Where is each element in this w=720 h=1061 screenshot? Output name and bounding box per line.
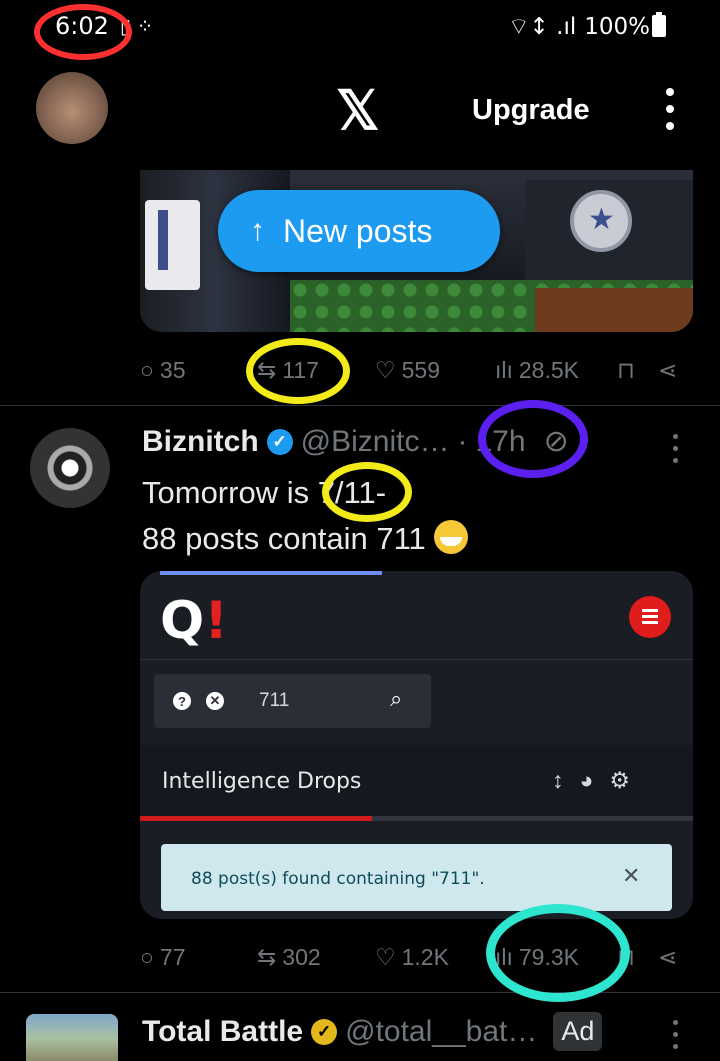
annotation-circle-teal bbox=[486, 904, 630, 1002]
embed-divider bbox=[140, 659, 693, 660]
annotation-circle-purple bbox=[478, 400, 588, 478]
reply-button[interactable]: ○ 77 bbox=[140, 944, 186, 971]
post-media-screenshot[interactable]: Q! ? ✕ 711 ⌕ Intelligence Drops ↕ ◕ ⚙ 88… bbox=[140, 571, 693, 919]
embed-progress bbox=[140, 816, 693, 821]
signal-icon: ⌔↕ .ıl bbox=[507, 14, 577, 40]
post-divider bbox=[0, 405, 720, 406]
more-menu-icon[interactable] bbox=[660, 88, 680, 136]
reply-count: 77 bbox=[159, 943, 186, 970]
annotation-circle-yellow bbox=[246, 338, 350, 404]
bookmark-button[interactable]: ⊓ bbox=[617, 357, 635, 384]
share-icon: ⋖ bbox=[658, 356, 678, 383]
palette-icon: ◕ bbox=[579, 767, 594, 793]
post-divider bbox=[0, 992, 720, 993]
reply-icon: ○ bbox=[140, 943, 154, 970]
annotation-circle-red bbox=[34, 4, 132, 60]
hamburger-menu-icon bbox=[629, 596, 671, 638]
embed-result-alert: 88 post(s) found containing "711". ✕ bbox=[161, 844, 672, 911]
battery-percent: 100% bbox=[584, 13, 650, 40]
sort-icon: ↕ bbox=[552, 767, 564, 793]
share-button[interactable]: ⋖ bbox=[658, 944, 677, 971]
embed-section-label: Intelligence Drops bbox=[162, 769, 362, 794]
author-name[interactable]: Biznitch bbox=[142, 425, 259, 459]
battery-icon bbox=[652, 12, 666, 37]
verified-gold-icon: ✓ bbox=[311, 1018, 338, 1045]
author-handle[interactable]: @total__bat… bbox=[345, 1015, 537, 1049]
embed-section-bar: Intelligence Drops ↕ ◕ ⚙ bbox=[140, 745, 693, 821]
author-name[interactable]: Total Battle bbox=[142, 1015, 303, 1049]
embed-result-message: 88 post(s) found containing "711". bbox=[191, 869, 485, 889]
ad-badge: Ad bbox=[553, 1012, 603, 1051]
reply-button[interactable]: ○ 35 bbox=[140, 357, 186, 384]
settings-icon: ⚙ bbox=[609, 767, 631, 793]
author-handle[interactable]: @Biznitc… bbox=[301, 425, 450, 459]
repost-count: 302 bbox=[282, 943, 321, 970]
new-posts-button[interactable]: ↑ New posts bbox=[218, 190, 500, 272]
ad-avatar[interactable] bbox=[26, 1014, 118, 1061]
embed-search-value: 711 bbox=[259, 690, 290, 711]
verified-icon: ✓ bbox=[266, 428, 293, 455]
help-icon: ? bbox=[173, 692, 191, 710]
reply-icon: ○ bbox=[140, 356, 154, 383]
status-right: ⌔↕ .ıl 100% bbox=[508, 12, 668, 41]
like-button[interactable]: ♡ 559 bbox=[375, 357, 440, 384]
heart-icon: ♡ bbox=[375, 356, 396, 383]
clear-icon: ✕ bbox=[206, 692, 224, 710]
image-podium-base bbox=[535, 288, 693, 332]
view-count: 28.5K bbox=[518, 356, 579, 383]
annotation-circle-yellow bbox=[322, 462, 412, 522]
arrow-up-icon: ↑ bbox=[250, 214, 265, 247]
x-logo-icon[interactable]: 𝕏 bbox=[336, 84, 380, 138]
bookmark-icon: ⊓ bbox=[617, 356, 635, 383]
like-count: 1.2K bbox=[401, 943, 449, 970]
post-text-line2: 88 posts contain 711 bbox=[142, 521, 426, 556]
post-more-icon[interactable] bbox=[670, 1020, 680, 1056]
new-posts-label: New posts bbox=[283, 212, 433, 249]
upgrade-button[interactable]: Upgrade bbox=[472, 94, 590, 127]
post1-action-bar: ○ 35 ⇆ 117 ♡ 559 ılı 28.5K ⊓ ⋖ bbox=[140, 350, 685, 390]
qalerts-logo: Q! bbox=[160, 591, 228, 651]
like-button[interactable]: ♡ 1.2K bbox=[375, 944, 449, 971]
repost-icon: ⇆ bbox=[257, 943, 277, 970]
grinning-emoji-icon bbox=[434, 520, 469, 554]
post-text-line1: Tomorrow is 7/11- bbox=[142, 475, 387, 510]
post3-header: Total Battle ✓ @total__bat… Ad bbox=[142, 1012, 603, 1051]
views-button[interactable]: ılı 28.5K bbox=[495, 357, 579, 384]
search-icon: ⌕ bbox=[390, 686, 403, 711]
embed-tools: ↕ ◕ ⚙ bbox=[552, 767, 630, 794]
reply-count: 35 bbox=[159, 356, 186, 383]
image-seal bbox=[570, 190, 632, 252]
separator-dot: · bbox=[457, 424, 468, 458]
repost-button[interactable]: ⇆ 302 bbox=[257, 944, 321, 971]
loading-bar bbox=[160, 571, 382, 575]
like-count: 559 bbox=[401, 356, 440, 383]
post-more-icon[interactable] bbox=[670, 434, 680, 470]
embed-search-box: ? ✕ 711 ⌕ bbox=[154, 674, 431, 728]
close-icon: ✕ bbox=[622, 864, 641, 889]
author-avatar[interactable] bbox=[30, 428, 110, 508]
post-text: Tomorrow is 7/11- 88 posts contain 711 bbox=[142, 470, 682, 562]
share-button[interactable]: ⋖ bbox=[658, 357, 677, 384]
share-icon: ⋖ bbox=[658, 943, 678, 970]
profile-avatar[interactable] bbox=[36, 72, 108, 144]
app-header: 𝕏 Upgrade bbox=[0, 60, 720, 160]
heart-icon: ♡ bbox=[375, 943, 396, 970]
views-icon: ılı bbox=[495, 356, 513, 383]
